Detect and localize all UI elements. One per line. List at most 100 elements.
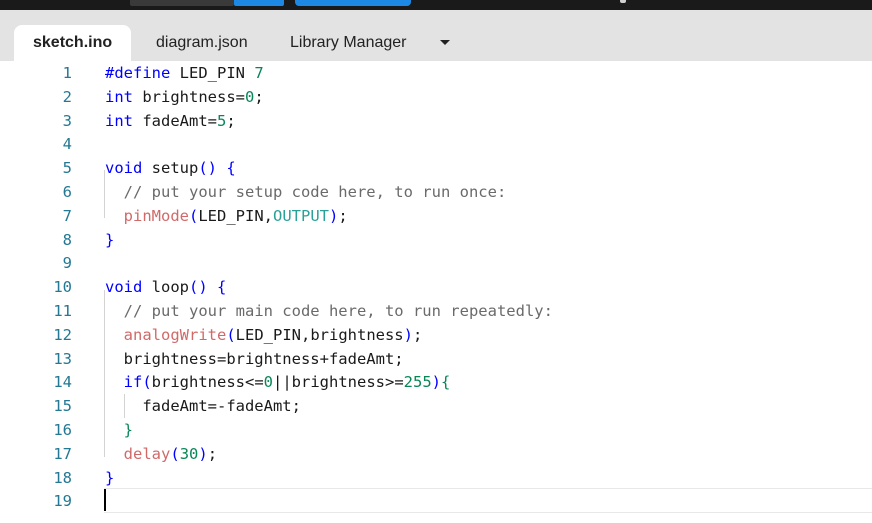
code-text: fadeAmt=-fadeAmt; [105, 395, 301, 419]
code-token: LED_PIN, [198, 206, 273, 225]
code-token: if( [123, 373, 152, 392]
code-token: brightness= [133, 87, 245, 106]
line-number: 17 [53, 444, 72, 463]
code-line[interactable]: 14 if(brightness<=0||brightness>=255){ [0, 371, 872, 395]
code-token: brightness<= [151, 373, 264, 392]
code-token: ; [226, 111, 236, 130]
toolbar-marker [620, 0, 626, 3]
code-line[interactable]: 13 brightness=brightness+fadeAmt; [0, 348, 872, 372]
code-line[interactable]: 6 // put your setup code here, to run on… [0, 181, 872, 205]
code-text: } [105, 467, 114, 491]
code-text: int brightness=0; [105, 86, 264, 110]
code-token: #define [105, 64, 171, 82]
code-token: loop [142, 278, 189, 297]
code-text: #define LED_PIN 7 [105, 62, 264, 86]
tab-menu-chevron-down-icon[interactable] [440, 40, 450, 45]
code-token: ( [226, 325, 236, 344]
code-text: } [105, 229, 114, 253]
code-token: ( [189, 206, 199, 225]
code-token: int [105, 111, 133, 130]
code-token: void [105, 159, 143, 178]
top-toolbar [0, 0, 872, 10]
code-line[interactable]: 15 fadeAmt=-fadeAmt; [0, 395, 872, 419]
tab-sketch-ino[interactable]: sketch.ino [14, 25, 132, 61]
code-token: 255 [403, 373, 432, 392]
code-token: 0 [263, 373, 273, 392]
code-token: setup [142, 159, 199, 178]
line-number: 11 [53, 302, 72, 320]
code-line[interactable]: 7 pinMode(LED_PIN,OUTPUT); [0, 205, 872, 229]
code-line[interactable]: 16 } [0, 419, 872, 443]
tab-library-manager[interactable]: Library Manager [290, 25, 407, 61]
code-token: brightness=brightness+fadeAmt; [105, 349, 404, 368]
code-line[interactable]: 8} [0, 229, 872, 253]
code-token: 5 [217, 111, 227, 130]
code-line[interactable]: 12 analogWrite(LED_PIN,brightness); [0, 324, 872, 348]
toolbar-button-gray[interactable] [130, 0, 234, 6]
code-line[interactable]: 10 void loop() { [0, 276, 872, 300]
code-text: void loop() { [105, 276, 226, 300]
code-token: pinMode [123, 206, 189, 225]
code-line[interactable]: 11 // put your main code here, to run re… [0, 300, 872, 324]
code-line[interactable]: 19 [0, 490, 872, 514]
code-token: ; [207, 444, 218, 463]
code-text: int fadeAmt=5; [105, 110, 236, 134]
code-text: delay(30); [105, 443, 217, 467]
code-text: // put your main code here, to run repea… [105, 300, 553, 324]
line-number: 9 [62, 254, 72, 273]
code-token: 30 [179, 444, 199, 463]
code-line[interactable]: 17 delay(30); [0, 443, 872, 467]
code-line[interactable]: 2 int brightness=0; [0, 86, 872, 110]
code-token: // put your main code here, to run repea… [123, 302, 553, 320]
code-token: int [105, 87, 133, 106]
code-token: LED_PIN [170, 64, 255, 82]
code-token: void [105, 278, 143, 297]
line-number: 5 [62, 159, 72, 178]
code-text: if(brightness<=0||brightness>=255){ [105, 371, 451, 395]
code-token: ( [170, 444, 180, 463]
code-line[interactable]: 4 [0, 133, 872, 157]
code-token: { [441, 373, 451, 392]
code-token: ) [329, 206, 339, 225]
code-token: () [189, 278, 208, 297]
code-token: } [105, 230, 115, 249]
code-line[interactable]: 5 void setup() { [0, 157, 872, 181]
line-number: 19 [53, 492, 72, 511]
code-text: pinMode(LED_PIN,OUTPUT); [105, 205, 348, 229]
code-token: { [217, 278, 227, 297]
code-token: ; [413, 325, 423, 344]
line-number: 1 [62, 64, 72, 82]
code-line[interactable]: 9 [0, 252, 872, 276]
code-token: ) [403, 325, 413, 344]
code-token: { [226, 159, 236, 178]
code-token: } [123, 421, 134, 439]
toolbar-button-blue[interactable] [295, 0, 411, 6]
code-token: ; [254, 87, 264, 106]
code-line[interactable]: 18} [0, 467, 872, 491]
code-token: 0 [244, 87, 255, 106]
tab-bar: sketch.ino diagram.json Library Manager [0, 10, 872, 61]
code-text: analogWrite(LED_PIN,brightness); [105, 324, 423, 348]
line-number: 3 [62, 111, 72, 130]
code-token: // put your setup code here, to run once… [123, 183, 507, 201]
code-editor[interactable]: 1 #define LED_PIN 7 2 int brightness=0; 3 int… [0, 61, 872, 523]
code-token: ; [338, 206, 348, 225]
code-line[interactable]: 3 int fadeAmt=5; [0, 110, 872, 134]
code-token: ) [198, 444, 208, 463]
code-token: delay [123, 444, 171, 463]
tab-diagram-json[interactable]: diagram.json [156, 25, 248, 61]
code-token: () [198, 159, 217, 178]
line-number: 12 [53, 325, 72, 344]
toolbar-button-blue-small[interactable] [234, 0, 284, 6]
code-line[interactable]: 1 #define LED_PIN 7 [0, 62, 872, 86]
code-token: 7 [254, 64, 264, 82]
code-token: } [105, 468, 115, 487]
